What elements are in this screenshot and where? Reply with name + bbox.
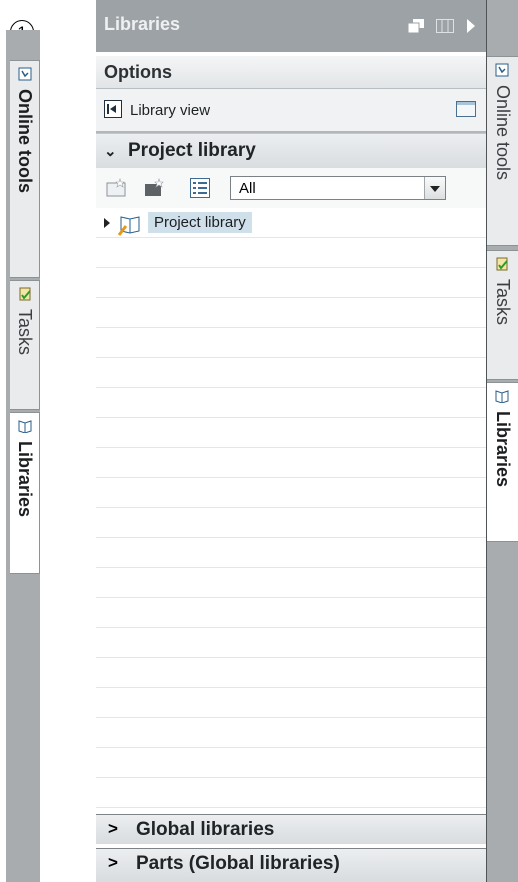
- libraries-book-icon: [495, 390, 509, 403]
- tree-item-label: Project library: [148, 212, 252, 233]
- library-view-label[interactable]: Library view: [130, 102, 210, 119]
- left-tab-libraries-label: Libraries: [14, 441, 35, 518]
- library-tree: Project library: [96, 208, 486, 808]
- tasks-icon: [496, 257, 508, 271]
- tasks-icon: [19, 287, 31, 301]
- left-tab-tasks[interactable]: Tasks: [10, 280, 40, 410]
- options-bar[interactable]: Options: [96, 56, 486, 89]
- project-library-header[interactable]: ⌄ Project library: [96, 133, 486, 169]
- global-libraries-section[interactable]: > Global libraries: [96, 814, 486, 844]
- filter-dropdown-value: All: [239, 180, 256, 197]
- project-library-book-icon: [118, 216, 140, 236]
- right-tab-libraries[interactable]: Libraries: [487, 382, 518, 542]
- list-view-icon[interactable]: [190, 178, 210, 198]
- chevron-right-icon: >: [108, 819, 118, 838]
- libraries-book-icon: [18, 420, 32, 433]
- library-view-toggle-icon[interactable]: [104, 100, 122, 118]
- project-library-header-label: Project library: [128, 140, 256, 161]
- global-libraries-label: Global libraries: [136, 819, 275, 840]
- left-tab-online-tools[interactable]: Online tools: [10, 60, 40, 278]
- float-window-icon[interactable]: [408, 19, 424, 33]
- libraries-panel: Libraries Options Library view ⌄ Project…: [96, 0, 486, 882]
- parts-global-libraries-label: Parts (Global libraries): [136, 853, 340, 874]
- left-taskcard-strip: Online tools Tasks Libraries: [6, 30, 40, 882]
- right-tab-libraries-label: Libraries: [492, 411, 513, 488]
- library-view-window-icon[interactable]: [456, 101, 476, 117]
- right-taskcard-strip: Online tools Tasks Libraries: [486, 0, 518, 882]
- left-tab-tasks-label: Tasks: [14, 309, 35, 356]
- chevron-right-icon: >: [108, 853, 118, 872]
- left-tab-online-tools-label: Online tools: [14, 89, 35, 194]
- right-tab-online-tools[interactable]: Online tools: [487, 56, 518, 246]
- online-tools-icon: [495, 63, 509, 77]
- left-tab-libraries[interactable]: Libraries: [10, 412, 40, 574]
- library-view-row: Library view: [96, 89, 486, 133]
- split-layout-icon[interactable]: [436, 19, 454, 33]
- right-tab-online-tools-label: Online tools: [492, 85, 513, 181]
- panel-title: Libraries: [104, 14, 181, 34]
- right-tab-tasks-label: Tasks: [492, 279, 513, 326]
- parts-global-libraries-section[interactable]: > Parts (Global libraries): [96, 848, 486, 882]
- expand-arrow-icon[interactable]: [104, 218, 110, 228]
- panel-titlebar: Libraries: [96, 0, 486, 52]
- new-type-icon[interactable]: [144, 178, 166, 198]
- online-tools-icon: [18, 67, 32, 81]
- right-tab-tasks[interactable]: Tasks: [487, 250, 518, 380]
- collapse-arrow-icon[interactable]: [466, 18, 476, 34]
- dropdown-arrow-icon[interactable]: [424, 177, 445, 199]
- filter-dropdown[interactable]: All: [230, 176, 446, 200]
- project-library-toolbar: All: [96, 168, 486, 208]
- new-folder-icon[interactable]: [106, 178, 128, 198]
- chevron-down-icon: ⌄: [104, 143, 117, 160]
- options-label: Options: [104, 62, 172, 82]
